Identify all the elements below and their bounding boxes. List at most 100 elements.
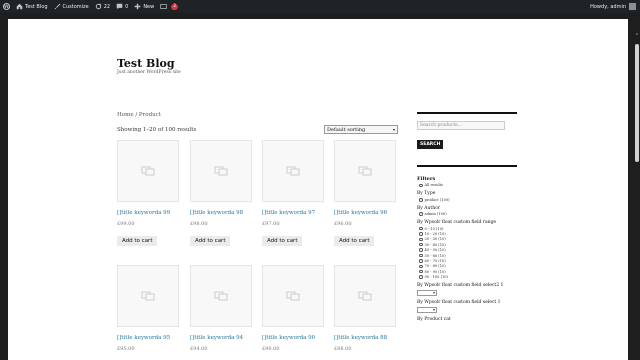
product-image[interactable] <box>262 140 324 202</box>
site-name-label: Test Blog <box>25 3 48 10</box>
site-description: Just another WordPress site <box>117 70 181 75</box>
product-price: £90.00 <box>262 346 280 352</box>
new-label: New <box>143 3 155 10</box>
add-to-cart-button[interactable]: Add to cart <box>334 236 375 246</box>
filter-range-item[interactable]: 70 - 80 (10) <box>417 264 519 268</box>
product-title[interactable]: []title keyworda 99 <box>117 210 179 216</box>
search-placeholder: Search products… <box>420 123 463 128</box>
product-card: []title keyworda 95 £95.00 <box>117 265 179 352</box>
comments-link[interactable]: 0 <box>113 0 131 13</box>
product-card: []title keyworda 90 £90.00 <box>262 265 324 352</box>
site-name-link[interactable]: Test Blog <box>13 0 51 13</box>
filter-group-select1: By Wpsolr float custom field select 1 <box>417 300 501 306</box>
radio-icon <box>419 269 423 274</box>
filter-range-item[interactable]: 0 - 10 (10) <box>417 227 519 231</box>
radio-icon <box>419 237 423 242</box>
radio-icon <box>419 248 423 252</box>
product-image[interactable] <box>334 140 396 202</box>
admin-bar: W Test Blog Customize 22 0 New 2 Howdy, … <box>0 0 640 13</box>
filter-label: All results <box>424 183 443 188</box>
product-image[interactable] <box>117 265 179 327</box>
product-price: £88.00 <box>334 346 352 352</box>
product-title[interactable]: []title keyworda 94 <box>190 335 252 341</box>
product-card: []title keyworda 99 £99.00 Add to cart <box>117 140 179 246</box>
product-price: £99.00 <box>117 221 135 227</box>
radio-icon <box>419 212 423 216</box>
product-image[interactable] <box>117 140 179 202</box>
add-to-cart-button[interactable]: Add to cart <box>117 236 158 246</box>
product-image[interactable] <box>190 265 252 327</box>
filter-label: 40 - 50 (10) <box>424 248 446 253</box>
product-image[interactable] <box>262 265 324 327</box>
filter-range-item[interactable]: 40 - 50 (10) <box>417 248 519 252</box>
product-card: []title keyworda 96 £96.00 Add to cart <box>334 140 396 246</box>
page-content: Test Blog Just another WordPress site Ho… <box>8 19 628 360</box>
product-title[interactable]: []title keyworda 88 <box>334 335 396 341</box>
product-price: £94.00 <box>190 346 208 352</box>
product-image[interactable] <box>190 140 252 202</box>
updates-count: 22 <box>103 3 111 10</box>
notification-icon <box>160 3 167 10</box>
product-price: £95.00 <box>117 346 135 352</box>
updates-link[interactable]: 22 <box>92 0 113 13</box>
add-to-cart-button[interactable]: Add to cart <box>190 236 231 246</box>
product-title[interactable]: []title keyworda 98 <box>190 210 252 216</box>
howdy-label: Howdy, admin <box>590 3 626 10</box>
my-account[interactable]: Howdy, admin <box>590 3 640 10</box>
filter-label: 90 - 100 (10) <box>424 275 448 280</box>
filter-range-item[interactable]: 90 - 100 (10) <box>417 275 519 279</box>
filter-select1-dropdown[interactable] <box>417 307 437 314</box>
refresh-icon <box>95 3 102 10</box>
sidebar-divider <box>417 165 517 167</box>
filter-label: 0 - 10 (10) <box>424 226 444 231</box>
radio-icon <box>419 226 423 231</box>
filters-title: Filters <box>417 176 436 182</box>
ordering-select[interactable]: Default sorting ▾ <box>324 125 398 134</box>
breadcrumb[interactable]: Home / Product <box>117 112 161 118</box>
add-to-cart-button[interactable]: Add to cart <box>262 236 303 246</box>
filter-select2-dropdown[interactable] <box>417 290 437 297</box>
filter-type-product[interactable]: product (100) <box>417 198 519 202</box>
filter-all-results[interactable]: All results <box>417 183 519 187</box>
product-title[interactable]: []title keyworda 95 <box>117 335 179 341</box>
scroll-up-arrow[interactable]: ⌃ <box>635 34 639 39</box>
filter-range-item[interactable]: 10 - 20 (10) <box>417 232 519 236</box>
result-count: Showing 1–20 of 100 results <box>117 127 197 133</box>
filter-range-item[interactable]: 30 - 40 (10) <box>417 243 519 247</box>
product-search-input[interactable]: Search products… <box>417 121 505 130</box>
filter-range-item[interactable]: 50 - 60 (10) <box>417 254 519 258</box>
radio-icon <box>419 232 423 236</box>
radio-icon <box>419 275 423 279</box>
filter-label: 10 - 20 (10) <box>424 231 446 236</box>
scrollbar-thumb[interactable] <box>635 44 639 162</box>
image-placeholder-icon <box>286 291 300 301</box>
sidebar: Search products… SEARCH Filters All resu… <box>417 112 519 322</box>
filter-range-item[interactable]: 60 - 70 (10) <box>417 259 519 263</box>
customize-link[interactable]: Customize <box>51 0 92 13</box>
sidebar-divider <box>417 112 517 114</box>
product-price: £98.00 <box>190 221 208 227</box>
product-title[interactable]: []title keyworda 97 <box>262 210 324 216</box>
new-content-link[interactable]: New <box>131 0 157 13</box>
filter-range-item[interactable]: 80 - 90 (10) <box>417 270 519 274</box>
radio-icon <box>419 183 423 188</box>
site-title[interactable]: Test Blog <box>117 57 175 70</box>
search-button[interactable]: SEARCH <box>417 140 444 149</box>
radio-icon <box>419 242 423 247</box>
chevron-down-icon: ▾ <box>392 127 395 132</box>
product-title[interactable]: []title keyworda 90 <box>262 335 324 341</box>
notifications-link[interactable]: 2 <box>157 0 181 13</box>
image-placeholder-icon <box>358 291 372 301</box>
image-placeholder-icon <box>214 166 228 176</box>
ordering-value: Default sorting <box>327 126 366 133</box>
radio-icon <box>419 198 423 202</box>
filter-group-range: By Wpsolr float custom field range <box>417 220 497 226</box>
home-icon <box>16 3 23 10</box>
product-title[interactable]: []title keyworda 96 <box>334 210 396 216</box>
image-placeholder-icon <box>141 166 155 176</box>
notification-badge: 2 <box>171 3 179 10</box>
filter-range-item[interactable]: 20 - 30 (10) <box>417 237 519 241</box>
filter-author-admin[interactable]: admin (100) <box>417 212 519 216</box>
product-image[interactable] <box>334 265 396 327</box>
wordpress-menu[interactable]: W <box>0 0 13 13</box>
